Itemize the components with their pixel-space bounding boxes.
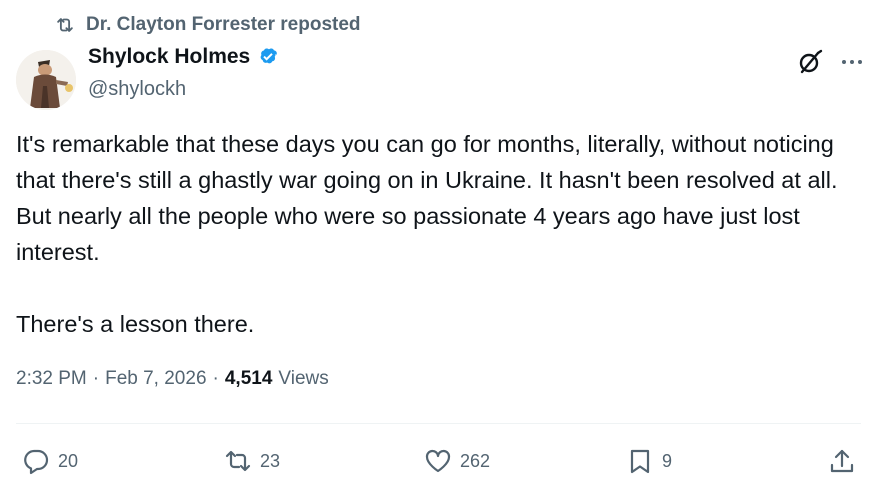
repost-label: Dr. Clayton Forrester reposted [86,14,361,35]
repost-button[interactable]: 23 [224,447,280,475]
repost-icon [225,450,251,472]
views-count: 4,514 [224,368,273,389]
share-icon [830,449,854,473]
tweet-date[interactable]: Feb 7, 2026 [105,368,206,390]
repost-context[interactable]: Dr. Clayton Forrester reposted [54,14,361,36]
repost-count: 23 [260,450,281,471]
author-name-row[interactable]: Shylock Holmes [88,45,280,69]
divider [16,423,861,424]
bookmark-button[interactable]: 9 [626,447,672,475]
avatar[interactable] [16,50,76,110]
views-label: Views [278,368,329,389]
like-button[interactable]: 262 [424,447,490,475]
author-name[interactable]: Shylock Holmes [88,45,250,69]
verified-badge-icon [260,48,278,64]
separator-dot: · [212,368,219,389]
avatar-image [16,50,76,110]
grok-icon[interactable] [796,48,824,76]
reply-button[interactable]: 20 [22,447,78,475]
tweet-paragraph: It's remarkable that these days you can … [16,131,838,265]
tweet-meta: 2:32 PM · Feb 7, 2026 · 4,514 Views [16,368,329,390]
separator-dot: · [92,368,100,389]
heart-icon [425,449,451,473]
repost-icon [57,18,73,32]
more-icon[interactable] [838,50,866,74]
tweet-text: It's remarkable that these days you can … [16,126,866,342]
bookmark-count: 9 [662,450,673,471]
tweet-paragraph: There's a lesson there. [16,311,255,337]
bookmark-icon [630,449,650,474]
tweet-time[interactable]: 2:32 PM [16,368,87,390]
share-button[interactable] [828,447,856,475]
like-count: 262 [460,450,491,471]
author-handle[interactable]: @shylockh [88,78,186,101]
reply-icon [24,449,49,475]
reply-count: 20 [58,450,79,471]
